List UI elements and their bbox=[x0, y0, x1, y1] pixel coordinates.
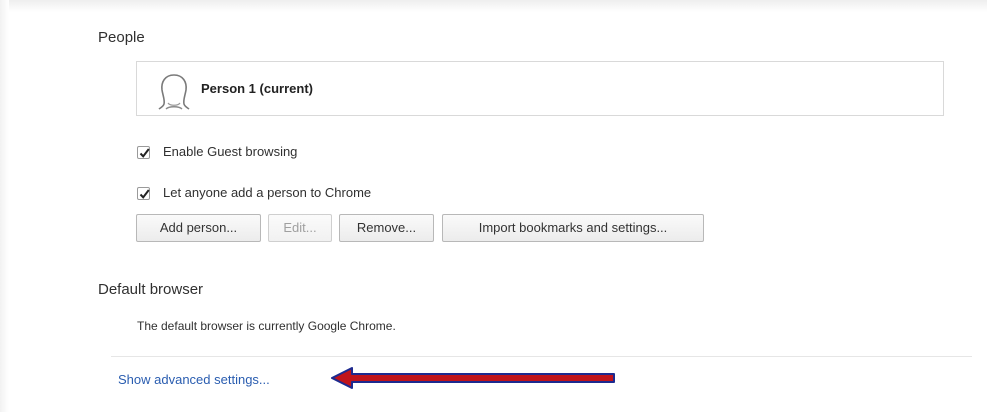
remove-person-button[interactable]: Remove... bbox=[339, 214, 434, 242]
annotation-arrow-icon bbox=[331, 367, 615, 389]
window-left-edge bbox=[0, 0, 9, 412]
default-browser-status: The default browser is currently Google … bbox=[137, 319, 396, 333]
enable-guest-browsing-label: Enable Guest browsing bbox=[163, 144, 298, 159]
person-list-item[interactable]: Person 1 (current) bbox=[136, 61, 944, 116]
section-divider bbox=[111, 356, 972, 357]
let-anyone-add-person-checkbox[interactable] bbox=[137, 187, 150, 200]
window-top-edge bbox=[0, 0, 987, 12]
checkmark-icon bbox=[139, 148, 150, 158]
show-advanced-settings-link[interactable]: Show advanced settings... bbox=[118, 372, 270, 387]
let-anyone-add-person-label: Let anyone add a person to Chrome bbox=[163, 185, 372, 200]
edit-person-button[interactable]: Edit... bbox=[268, 214, 332, 242]
person-avatar-icon bbox=[158, 74, 190, 110]
enable-guest-browsing-checkbox[interactable] bbox=[137, 146, 150, 159]
add-person-button[interactable]: Add person... bbox=[136, 214, 261, 242]
default-browser-section-title: Default browser bbox=[98, 281, 204, 298]
checkmark-icon bbox=[139, 189, 150, 199]
import-bookmarks-button[interactable]: Import bookmarks and settings... bbox=[442, 214, 704, 242]
person-name: Person 1 (current) bbox=[201, 81, 313, 96]
people-section-title: People bbox=[98, 29, 145, 46]
